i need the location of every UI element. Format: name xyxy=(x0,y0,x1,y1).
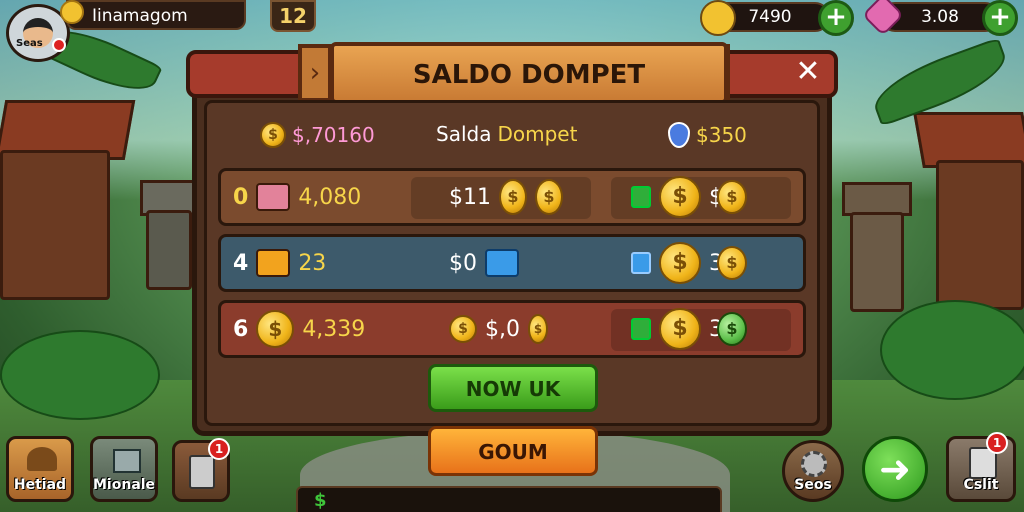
summary-right-value: $350 xyxy=(696,123,747,147)
bush xyxy=(880,300,1024,400)
row-price-value: $0 xyxy=(449,250,477,276)
gem-value: 3.08 xyxy=(921,7,959,27)
row-index: 0 xyxy=(233,184,249,210)
row-reward: $ 3 $ xyxy=(631,303,747,355)
gold-coin-icon: $ xyxy=(449,315,477,343)
add-gold-button[interactable]: + xyxy=(818,0,854,36)
next-button[interactable]: ➜ xyxy=(862,436,928,502)
player-name: Iinamagom xyxy=(92,6,188,26)
shield-icon xyxy=(668,122,690,148)
row-item: 0 4,080 xyxy=(233,171,361,223)
hut-left xyxy=(0,150,110,300)
summary-left: $ $,70160 xyxy=(260,122,375,148)
goum-button[interactable]: GOUM xyxy=(428,426,598,476)
blue-bag-icon xyxy=(485,249,519,277)
gear-icon xyxy=(801,451,827,477)
row-item-value: 4,339 xyxy=(302,316,366,342)
green-bag-icon xyxy=(631,186,651,208)
hut-right xyxy=(936,160,1024,310)
row-item-value: 4,080 xyxy=(298,184,362,210)
gold-coin-icon: $ xyxy=(528,314,548,344)
wallet-summary: $ $,70160 Salda Dompet $350 xyxy=(260,122,780,152)
green-bag-icon xyxy=(631,318,651,340)
close-button[interactable]: ✕ xyxy=(786,52,830,92)
summary-label-2: Dompet xyxy=(497,122,578,146)
blue-bag-icon xyxy=(631,252,651,274)
house-icon xyxy=(113,449,141,473)
row-price: $0 xyxy=(449,237,519,289)
gold-coin-icon: $ xyxy=(499,179,527,215)
row-reward: $ $ $ xyxy=(631,171,747,223)
gold-coin-icon: $ xyxy=(717,246,747,280)
row-price: $ $,0 $ xyxy=(449,303,548,355)
gold-coin-icon: $ xyxy=(260,122,286,148)
orange-chest-icon xyxy=(256,249,291,277)
banner-left-tab: › xyxy=(298,44,332,102)
dialog-title: SALDO DOMPET xyxy=(330,42,728,104)
row-index: 4 xyxy=(233,250,249,276)
bottom-bar-label: $ xyxy=(314,490,327,511)
row-price-value: $,0 xyxy=(485,316,520,342)
summary-left-value: $,70160 xyxy=(292,123,375,147)
hut-right-small xyxy=(850,212,904,312)
gold-coin-icon: $ xyxy=(659,176,701,218)
gold-value: 7490 xyxy=(748,7,792,27)
notification-badge: 1 xyxy=(208,438,230,460)
now-uk-button[interactable]: NOW UK xyxy=(428,364,598,412)
wallet-row[interactable]: 0 4,080 $11 $ $ $ $ $ xyxy=(218,168,806,226)
row-reward: $ 3 $ xyxy=(631,237,747,289)
cup-icon xyxy=(189,455,215,489)
row-index: 6 xyxy=(233,316,249,342)
hut-right-small-roof xyxy=(842,182,912,216)
row-price: $11 $ $ xyxy=(449,171,563,223)
bush xyxy=(0,330,160,420)
seos-button[interactable]: Seos xyxy=(782,440,844,502)
gold-coin-icon: $ xyxy=(717,180,747,214)
hetiad-label: Hetiad xyxy=(13,477,67,493)
pink-box-icon xyxy=(256,183,291,211)
notification-badge: 1 xyxy=(986,432,1008,454)
summary-center: Salda Dompet xyxy=(436,122,577,146)
wallet-row[interactable]: 6 $ 4,339 $ $,0 $ $ 3 $ xyxy=(218,300,806,358)
player-level: 12 xyxy=(270,0,316,32)
row-price-value: $11 xyxy=(449,184,491,210)
mionale-label: Mionale xyxy=(93,477,156,493)
player-name-bar: Iinamagom xyxy=(66,0,246,30)
hut-left-small xyxy=(146,210,192,290)
gold-coin-icon: $ xyxy=(535,179,563,215)
row-item: 4 23 xyxy=(233,237,326,289)
summary-label-1: Salda xyxy=(436,122,492,146)
hat-icon xyxy=(27,447,57,471)
gold-coin-icon: $ xyxy=(256,310,295,348)
summary-right: $350 xyxy=(668,122,747,148)
name-coin-icon xyxy=(60,0,84,24)
wallet-row[interactable]: 4 23 $0 $ 3 $ xyxy=(218,234,806,292)
hetiad-button[interactable]: Hetiad xyxy=(6,436,74,502)
cslit-label: Cslit xyxy=(963,477,999,493)
gold-coin-icon xyxy=(700,0,736,36)
row-item: 6 $ 4,339 xyxy=(233,303,365,355)
gold-coin-icon: $ xyxy=(659,308,701,350)
avatar-label: Seas xyxy=(16,38,43,49)
mionale-button[interactable]: Mionale xyxy=(90,436,158,502)
bottom-status-bar: $ xyxy=(296,486,722,512)
add-gem-button[interactable]: + xyxy=(982,0,1018,36)
avatar-notification-dot xyxy=(52,38,66,52)
arrow-right-icon: ➜ xyxy=(879,447,911,491)
gold-coin-icon: $ xyxy=(659,242,701,284)
green-coin-icon: $ xyxy=(717,312,747,346)
seos-label: Seos xyxy=(794,477,832,493)
row-item-value: 23 xyxy=(298,250,327,276)
